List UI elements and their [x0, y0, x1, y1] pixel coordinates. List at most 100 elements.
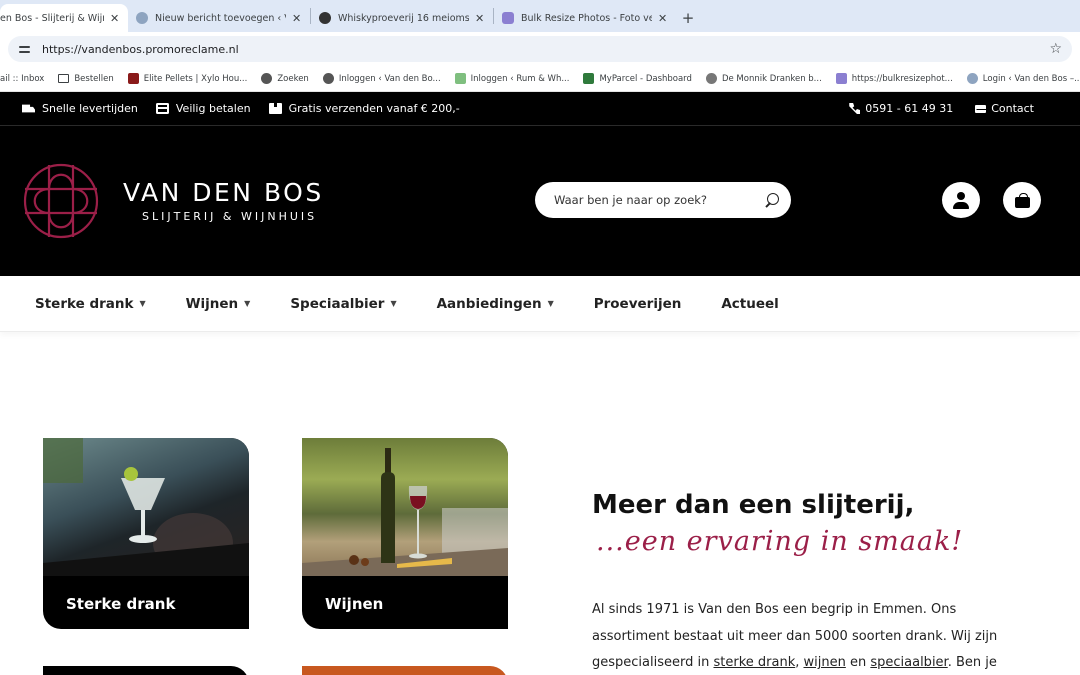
usp-item: Gratis verzenden vanaf € 200,-: [268, 102, 460, 115]
close-tab-icon[interactable]: ✕: [110, 12, 120, 25]
cocktail-illustration: [43, 438, 249, 576]
chevron-down-icon: ▼: [390, 299, 397, 308]
bookmark-item[interactable]: De Monnik Dranken b...: [705, 73, 822, 84]
link-sterke-drank[interactable]: sterke drank: [713, 655, 795, 670]
shopping-bag-icon: [1014, 192, 1030, 208]
brand-tagline: SLIJTERIJ & WIJNHUIS: [142, 210, 318, 223]
bookmark-label: Login ‹ Van den Bos –...: [982, 73, 1080, 84]
intro-text: . Ben je: [947, 655, 997, 670]
wordpress-icon: [322, 73, 334, 84]
category-tile-partial[interactable]: [302, 666, 508, 675]
wordpress-favicon-icon: [136, 12, 148, 24]
tile-label: Wijnen: [325, 595, 384, 613]
globe-icon: [261, 73, 273, 84]
bookmark-item[interactable]: Elite Pellets | Xylo Hou...: [127, 73, 248, 84]
bookmark-label: Inloggen ‹ Rum & Wh...: [470, 73, 570, 84]
bookmark-label: Zoeken: [277, 73, 309, 84]
chevron-down-icon: ▼: [547, 299, 554, 308]
site-settings-icon[interactable]: [18, 42, 32, 56]
tab-title: Whiskyproeverij 16 meiomschrijvin: [338, 12, 469, 24]
folder-icon: [58, 74, 70, 83]
bookmark-item[interactable]: https://bulkresizephot...: [835, 73, 953, 84]
link-wijnen[interactable]: wijnen: [804, 655, 846, 670]
tab-title: en Bos - Slijterij & Wijnhuis: [0, 12, 104, 24]
card-icon: [155, 103, 169, 114]
bookmark-label: MyParcel - Dashboard: [599, 73, 692, 84]
bookmark-label: De Monnik Dranken b...: [721, 73, 822, 84]
intro-text: en: [845, 655, 871, 670]
browser-tab-active[interactable]: en Bos - Slijterij & Wijnhuis ✕: [0, 4, 128, 32]
main-nav: Sterke drank ▼ Wijnen ▼ Speciaalbier ▼ Aanb…: [0, 276, 1080, 332]
site-favicon-icon: [319, 12, 331, 24]
bookmark-star-icon[interactable]: ☆: [1049, 41, 1062, 57]
browser-tabstrip: en Bos - Slijterij & Wijnhuis ✕ Nieuw be…: [0, 0, 1080, 32]
bookmark-item[interactable]: Inloggen ‹ Rum & Wh...: [454, 73, 570, 84]
link-speciaalbier[interactable]: speciaalbier: [870, 655, 947, 670]
phone-icon: [849, 103, 861, 114]
address-row: https://vandenbos.promoreclame.nl ☆: [0, 32, 1080, 66]
wordpress-icon: [966, 73, 978, 84]
intro-paragraph: Al sinds 1971 is Van den Bos een begrip …: [592, 597, 1012, 675]
site-header: VAN DEN BOS SLIJTERIJ & WIJNHUIS: [0, 126, 1080, 276]
usp-bar: Snelle levertijden Veilig betalen Gratis…: [0, 92, 1080, 126]
url-text[interactable]: https://vandenbos.promoreclame.nl: [42, 43, 1049, 56]
brand-name[interactable]: VAN DEN BOS: [123, 178, 324, 207]
wine-illustration: [302, 448, 508, 576]
usp-label: Gratis verzenden vanaf € 200,-: [288, 102, 460, 115]
phone-link[interactable]: 0591 - 61 49 31: [849, 102, 953, 115]
nav-label: Proeverijen: [593, 295, 682, 312]
nav-item-sterke-drank[interactable]: Sterke drank ▼: [35, 296, 146, 312]
intro-script-tagline: ...een ervaring in smaak!: [596, 526, 964, 557]
monk-icon: [705, 73, 717, 84]
browser-tab[interactable]: Whiskyproeverij 16 meiomschrijvin ✕: [311, 4, 493, 32]
close-tab-icon[interactable]: ✕: [658, 12, 668, 25]
nav-label: Wijnen: [185, 295, 239, 312]
usp-item: Snelle levertijden: [22, 102, 138, 115]
nav-item-actueel[interactable]: Actueel: [721, 296, 778, 312]
resize-favicon-icon: [502, 12, 514, 24]
category-tile-wijnen[interactable]: Wijnen: [302, 438, 508, 629]
bookmark-label: Elite Pellets | Xylo Hou...: [143, 73, 248, 84]
category-tile-sterke-drank[interactable]: Sterke drank: [43, 438, 249, 629]
browser-tab[interactable]: Bulk Resize Photos - Foto verkleine ✕: [494, 4, 676, 32]
cart-button[interactable]: [1003, 182, 1041, 218]
category-tile-partial[interactable]: [43, 666, 249, 675]
phone-number: 0591 - 61 49 31: [865, 102, 954, 115]
bookmark-item[interactable]: Zoeken: [261, 73, 309, 84]
omnibox[interactable]: https://vandenbos.promoreclame.nl ☆: [8, 36, 1072, 62]
bookmark-item[interactable]: MyParcel - Dashboard: [583, 73, 692, 84]
new-tab-button[interactable]: +: [676, 4, 700, 32]
bookmark-label: Bestellen: [74, 73, 114, 84]
browser-tab[interactable]: Nieuw bericht toevoegen ‹ Van de ✕: [128, 4, 310, 32]
search-icon[interactable]: [764, 192, 779, 208]
nav-label: Actueel: [721, 295, 779, 312]
chevron-down-icon: ▼: [244, 299, 251, 308]
nav-item-speciaalbier[interactable]: Speciaalbier ▼: [290, 296, 396, 312]
bookmark-item[interactable]: Inloggen ‹ Van den Bo...: [322, 73, 441, 84]
intro-heading: Meer dan een slijterij,: [592, 490, 915, 520]
bookmark-label: Inloggen ‹ Van den Bo...: [338, 73, 441, 84]
account-button[interactable]: [942, 182, 980, 218]
tab-title: Bulk Resize Photos - Foto verkleine: [521, 12, 652, 24]
nav-label: Speciaalbier: [290, 295, 385, 312]
bookmark-item[interactable]: Login ‹ Van den Bos –...: [966, 73, 1080, 84]
nav-item-aanbiedingen[interactable]: Aanbiedingen ▼: [437, 296, 554, 312]
search-input[interactable]: [554, 193, 764, 207]
brand-logo-icon[interactable]: [20, 160, 102, 242]
close-tab-icon[interactable]: ✕: [475, 12, 485, 25]
resize-icon: [835, 73, 847, 84]
box-icon: [268, 103, 282, 114]
bookmark-item[interactable]: ail :: Inbox: [0, 74, 44, 84]
nav-item-proeverijen[interactable]: Proeverijen: [594, 296, 682, 312]
mail-icon: [975, 104, 988, 113]
nav-item-wijnen[interactable]: Wijnen ▼: [186, 296, 251, 312]
contact-link[interactable]: Contact: [975, 102, 1034, 115]
bookmarks-bar: ail :: Inbox Bestellen Elite Pellets | X…: [0, 66, 1080, 92]
tile-label: Sterke drank: [66, 595, 176, 613]
close-tab-icon[interactable]: ✕: [292, 12, 302, 25]
bookmark-folder[interactable]: Bestellen: [58, 73, 114, 84]
nav-label: Sterke drank: [35, 295, 134, 312]
intro-text: ,: [795, 655, 804, 670]
user-icon: [953, 191, 969, 209]
usp-label: Veilig betalen: [175, 102, 251, 115]
